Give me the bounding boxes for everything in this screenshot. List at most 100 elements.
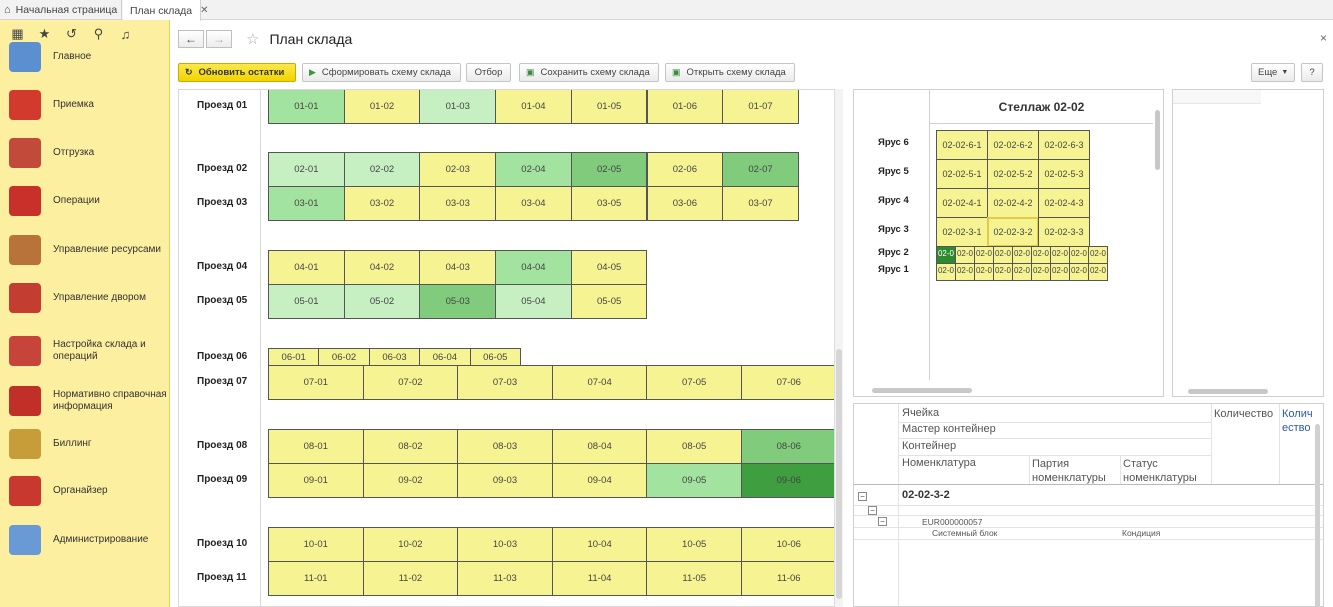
storage-cell[interactable]: 03-03: [419, 186, 497, 221]
storage-cell[interactable]: 09-05: [646, 463, 742, 498]
storage-cell[interactable]: 09-03: [457, 463, 553, 498]
column-header-quantity-plan[interactable]: Количество план: [1282, 407, 1318, 435]
storage-cell[interactable]: 02-01: [268, 152, 345, 187]
rack-cell[interactable]: 02-0: [1069, 246, 1089, 264]
row-item-condition[interactable]: Кондиция: [1122, 528, 1160, 538]
rack-cell[interactable]: 02-0: [955, 263, 975, 281]
storage-cell[interactable]: 05-03: [419, 284, 497, 319]
sidebar-item-10[interactable]: Органайзер: [0, 467, 170, 515]
storage-cell[interactable]: 03-07: [722, 186, 799, 221]
storage-cell[interactable]: 05-05: [570, 284, 648, 319]
storage-cell[interactable]: 09-06: [741, 463, 837, 498]
column-header-batch[interactable]: Партия номенклатуры: [1032, 457, 1122, 485]
storage-cell[interactable]: 08-06: [741, 429, 837, 464]
row-item-name[interactable]: Системный блок: [932, 528, 997, 538]
column-header-status[interactable]: Статус номенклатуры: [1123, 457, 1211, 485]
filter-button[interactable]: Отбор: [466, 63, 511, 82]
favorite-star-icon[interactable]: ☆: [246, 30, 259, 48]
sidebar-item-1[interactable]: Главное: [0, 33, 170, 81]
column-header-nomenclature[interactable]: Номенклатура: [902, 457, 976, 469]
storage-cell[interactable]: 05-01: [268, 284, 345, 319]
close-tab-icon[interactable]: ✕: [200, 5, 208, 16]
storage-cell[interactable]: 07-06: [741, 365, 837, 400]
sidebar-item-4[interactable]: Операции: [0, 177, 170, 225]
rack-cell[interactable]: 02-0: [1050, 246, 1070, 264]
storage-cell[interactable]: 03-01: [268, 186, 345, 221]
storage-cell[interactable]: 08-01: [268, 429, 364, 464]
storage-cell[interactable]: 07-04: [551, 365, 648, 400]
help-button[interactable]: ?: [1301, 63, 1323, 82]
storage-cell[interactable]: 06-05: [469, 348, 521, 366]
rack-cell[interactable]: 02-0: [993, 263, 1013, 281]
storage-cell[interactable]: 01-01: [268, 90, 345, 124]
rack-cell[interactable]: 02-0: [1050, 263, 1070, 281]
sidebar-item-2[interactable]: Приемка: [0, 81, 170, 129]
column-header-quantity[interactable]: Количество: [1214, 407, 1278, 435]
rack-cell[interactable]: 02-0: [974, 246, 994, 264]
save-scheme-button[interactable]: ▣ Сохранить схему склада: [519, 63, 659, 82]
storage-cell[interactable]: 07-01: [268, 365, 364, 400]
storage-cell[interactable]: 01-06: [646, 90, 724, 124]
storage-cell[interactable]: 02-02: [343, 152, 421, 187]
storage-cell[interactable]: 08-05: [646, 429, 742, 464]
tab-home[interactable]: ⌂ Начальная страница: [0, 0, 122, 20]
storage-cell[interactable]: 10-06: [741, 527, 837, 562]
storage-cell[interactable]: 10-03: [457, 527, 553, 562]
storage-cell[interactable]: 09-02: [362, 463, 459, 498]
plan-scrollbar-thumb[interactable]: [836, 349, 842, 599]
storage-cell[interactable]: 01-02: [343, 90, 421, 124]
storage-cell[interactable]: 11-01: [268, 561, 364, 596]
row-container-code[interactable]: EUR000000057: [922, 517, 983, 527]
storage-cell[interactable]: 05-02: [343, 284, 421, 319]
rack-cell[interactable]: 02-0: [1088, 263, 1108, 281]
sidebar-item-11[interactable]: Администрирование: [0, 516, 170, 564]
storage-cell[interactable]: 09-04: [551, 463, 648, 498]
rack-cell[interactable]: 02-0: [1069, 263, 1089, 281]
sidebar-item-3[interactable]: Отгрузка: [0, 129, 170, 177]
rack-horizontal-scrollbar-thumb[interactable]: [872, 388, 972, 393]
storage-cell[interactable]: 04-04: [495, 250, 572, 285]
rack-cell[interactable]: 02-0: [974, 263, 994, 281]
collapse-toggle-icon[interactable]: −: [878, 517, 887, 526]
storage-cell[interactable]: 02-04: [495, 152, 572, 187]
secondary-panel-scrollbar[interactable]: [1188, 389, 1268, 394]
refresh-stock-button[interactable]: ↻ Обновить остатки: [178, 63, 296, 82]
storage-cell[interactable]: 10-04: [551, 527, 648, 562]
storage-cell[interactable]: 01-05: [570, 90, 648, 124]
storage-cell[interactable]: 02-07: [722, 152, 799, 187]
rack-cell[interactable]: 02-0: [955, 246, 975, 264]
storage-cell[interactable]: 03-02: [343, 186, 421, 221]
column-header-container[interactable]: Контейнер: [902, 440, 956, 452]
sidebar-item-9[interactable]: Биллинг: [0, 420, 170, 468]
column-header-master-container[interactable]: Мастер контейнер: [902, 423, 996, 435]
sidebar-item-8[interactable]: Нормативно справочная информация: [0, 377, 170, 425]
storage-cell[interactable]: 08-04: [551, 429, 648, 464]
rack-cell[interactable]: 02-0: [1012, 263, 1032, 281]
storage-cell[interactable]: 11-03: [457, 561, 553, 596]
storage-cell[interactable]: 06-03: [368, 348, 421, 366]
storage-cell[interactable]: 03-05: [570, 186, 648, 221]
storage-cell[interactable]: 06-04: [419, 348, 471, 366]
rack-cell[interactable]: 02-0: [1031, 246, 1051, 264]
storage-cell[interactable]: 11-05: [646, 561, 742, 596]
rack-cell[interactable]: 02-02-4-3: [1038, 188, 1090, 218]
storage-cell[interactable]: 11-04: [551, 561, 648, 596]
rack-cell[interactable]: 02-02-5-2: [987, 159, 1039, 189]
storage-cell[interactable]: 05-04: [495, 284, 572, 319]
storage-cell[interactable]: 04-05: [570, 250, 648, 285]
storage-cell[interactable]: 04-01: [268, 250, 345, 285]
rack-vertical-scrollbar[interactable]: [1155, 100, 1161, 370]
storage-cell[interactable]: 04-03: [419, 250, 497, 285]
rack-cell[interactable]: 02-02-5-3: [1038, 159, 1090, 189]
rack-cell[interactable]: 02-0: [936, 246, 956, 264]
rack-cell[interactable]: 02-02-3-3: [1038, 217, 1090, 247]
back-button[interactable]: ←: [178, 30, 204, 48]
storage-cell[interactable]: 08-03: [457, 429, 553, 464]
plan-scrollbar[interactable]: [834, 89, 843, 607]
storage-cell[interactable]: 10-05: [646, 527, 742, 562]
tab-warehouse-plan[interactable]: План склада ✕: [123, 0, 209, 21]
forward-button[interactable]: →: [206, 30, 232, 48]
storage-cell[interactable]: 04-02: [343, 250, 421, 285]
sidebar-item-6[interactable]: Управление двором: [0, 274, 170, 322]
form-scheme-button[interactable]: ▶ Сформировать схему склада: [302, 63, 461, 82]
